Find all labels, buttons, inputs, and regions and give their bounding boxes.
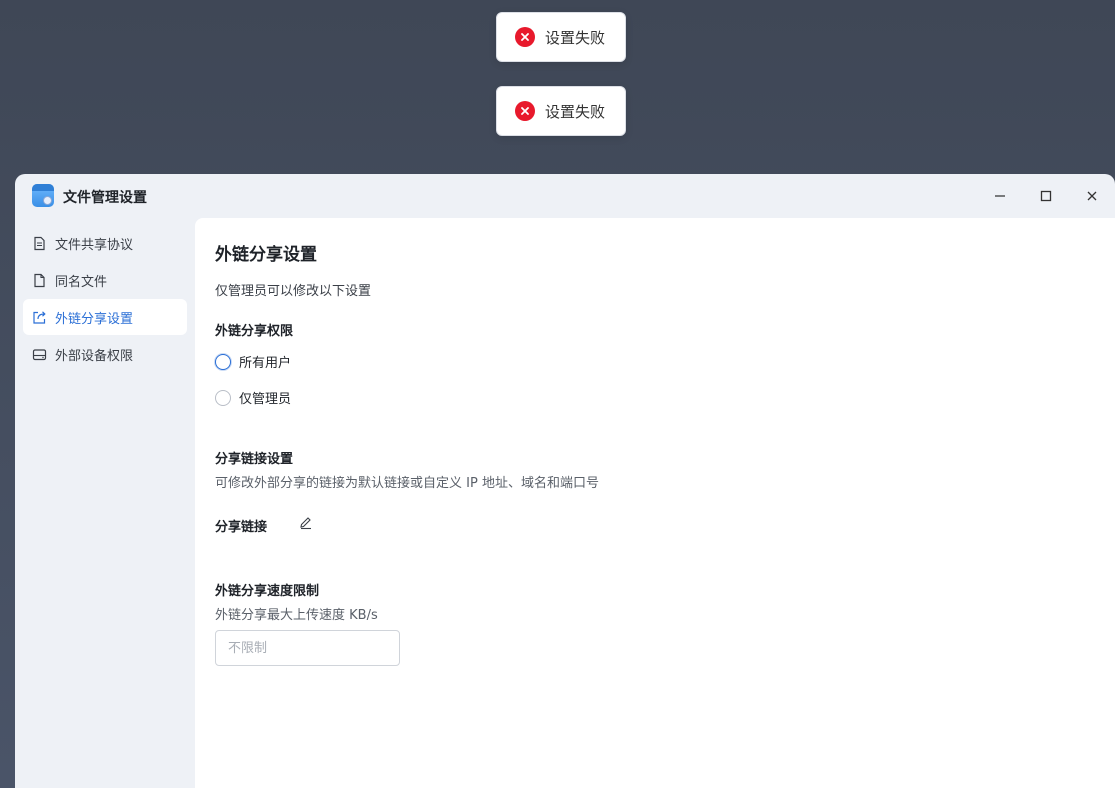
sidebar-item-external-device-permission[interactable]: 外部设备权限 <box>23 336 187 372</box>
sidebar: 文件共享协议 同名文件 外链分享设置 外部设备权限 <box>15 218 195 788</box>
share-link-settings-description: 可修改外部分享的链接为默认链接或自定义 IP 地址、域名和端口号 <box>215 476 599 491</box>
document-icon <box>34 236 45 250</box>
radio-label: 所有用户 <box>239 356 292 371</box>
page-title: 外链分享设置 <box>215 245 317 265</box>
maximize-button[interactable] <box>1034 184 1058 208</box>
radio-label: 仅管理员 <box>239 392 292 407</box>
edit-icon[interactable] <box>299 516 313 530</box>
sidebar-item-label: 文件共享协议 <box>55 237 134 253</box>
share-link-settings-label: 分享链接设置 <box>215 452 294 467</box>
sidebar-item-file-sharing-protocol[interactable]: 文件共享协议 <box>23 225 187 261</box>
window-title: 文件管理设置 <box>63 190 147 206</box>
radio-all-users[interactable]: 所有用户 <box>215 352 291 371</box>
file-icon <box>34 273 45 287</box>
admin-only-note: 仅管理员可以修改以下设置 <box>215 284 372 299</box>
radio-button[interactable] <box>215 389 231 406</box>
share-link-label: 分享链接 <box>215 520 268 535</box>
drive-icon <box>32 348 47 360</box>
radio-admin-only[interactable]: 仅管理员 <box>215 388 291 407</box>
close-button[interactable] <box>1080 184 1104 208</box>
share-icon <box>33 310 46 324</box>
error-icon <box>515 101 535 121</box>
error-toast: 设置失败 <box>496 86 626 136</box>
speed-limit-label: 外链分享速度限制 <box>215 584 320 599</box>
minimize-icon <box>995 195 1005 197</box>
speed-limit-input[interactable] <box>215 630 400 666</box>
share-permission-label: 外链分享权限 <box>215 324 294 339</box>
app-icon <box>32 184 54 207</box>
sidebar-item-label: 外链分享设置 <box>55 311 134 327</box>
toast-message: 设置失败 <box>545 102 606 121</box>
maximize-icon <box>1040 190 1052 202</box>
minimize-button[interactable] <box>988 184 1012 208</box>
close-icon <box>1087 191 1097 201</box>
error-icon <box>515 27 535 47</box>
sidebar-item-label: 外部设备权限 <box>55 348 134 364</box>
sidebar-item-same-name-file[interactable]: 同名文件 <box>23 262 187 298</box>
error-toast: 设置失败 <box>496 12 626 62</box>
speed-limit-description: 外链分享最大上传速度 KB/s <box>215 608 378 623</box>
sidebar-item-link-share-settings[interactable]: 外链分享设置 <box>23 299 187 335</box>
title-bar[interactable]: 文件管理设置 <box>15 174 1115 218</box>
toast-message: 设置失败 <box>545 28 606 47</box>
settings-panel: 外链分享设置 仅管理员可以修改以下设置 外链分享权限 所有用户 仅管理员 分享链… <box>195 218 1115 788</box>
settings-window: 文件管理设置 文件共享协议 同名文件 外链分享设置 外部设备权限 外链分享设置 … <box>15 174 1115 788</box>
radio-button[interactable] <box>215 353 231 370</box>
sidebar-item-label: 同名文件 <box>55 274 108 290</box>
